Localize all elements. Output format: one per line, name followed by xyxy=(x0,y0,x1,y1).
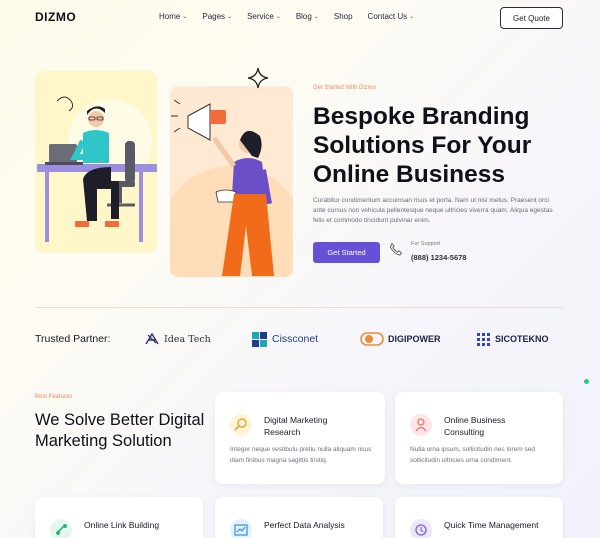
magnifier-icon xyxy=(230,414,252,436)
megaphone-woman-illustration xyxy=(170,99,293,277)
cissconet-logo-icon xyxy=(252,331,267,347)
support-phone[interactable]: (888) 1234-5678 xyxy=(411,253,466,262)
trusted-partner-label: Trusted Partner: xyxy=(35,333,111,345)
feature-card-marketing-research[interactable]: Digital Marketing Research Integer neque… xyxy=(215,392,385,484)
feature-title: Perfect Data Analysis xyxy=(264,520,345,530)
chevron-down-icon: ⌄ xyxy=(275,14,281,20)
feature-card-business-consulting[interactable]: Online Business Consulting Nulla urna ip… xyxy=(395,392,563,484)
main-nav: Home ⌄ Pages ⌄ Service ⌄ Blog ⌄ Shop Contact… xyxy=(159,12,414,21)
partner-cissconet[interactable]: Cissconet xyxy=(251,330,318,348)
hero-title: Bespoke Branding Solutions For Your Onli… xyxy=(313,103,532,188)
nav-item-label: Service xyxy=(247,12,274,21)
sicotekno-logo-icon xyxy=(477,332,490,346)
nav-item-service[interactable]: Service ⌄ xyxy=(247,12,281,21)
nav-item-label: Blog xyxy=(295,12,312,21)
partner-name: Idea Tech xyxy=(164,333,211,345)
data-chart-icon xyxy=(230,519,252,538)
nav-item-home[interactable]: Home ⌄ xyxy=(159,12,187,21)
nav-item-label: Pages xyxy=(202,12,226,21)
feature-title: Online Business Consulting xyxy=(444,415,506,437)
nav-item-shop[interactable]: Shop xyxy=(334,12,353,21)
idea-tech-logo-icon xyxy=(145,332,159,345)
clock-icon xyxy=(410,519,432,538)
hero-image-desk-worker xyxy=(35,71,157,253)
partner-idea-tech[interactable]: Idea Tech xyxy=(144,330,211,348)
feature-card-link-building[interactable]: Online Link Building xyxy=(35,497,203,538)
feature-title: Digital Marketing Research xyxy=(264,415,328,437)
get-quote-button[interactable]: Get Quote xyxy=(500,7,563,29)
features-title: We Solve Better Digital Marketing Soluti… xyxy=(35,411,205,450)
nav-item-contact[interactable]: Contact Us ⌄ xyxy=(368,12,415,21)
partner-sicotekno[interactable]: SICOTEKNO xyxy=(476,330,549,348)
partner-digipower[interactable]: DIGIPOWER xyxy=(360,330,441,348)
desk-worker-illustration xyxy=(37,96,157,242)
feature-title: Online Link Building xyxy=(84,520,160,530)
chevron-down-icon: ⌄ xyxy=(227,14,233,20)
section-divider xyxy=(35,307,563,308)
support-label: For Support xyxy=(411,241,441,247)
digipower-logo-icon xyxy=(360,332,384,346)
chevron-down-icon: ⌄ xyxy=(182,14,188,20)
feature-card-data-analysis[interactable]: Perfect Data Analysis xyxy=(215,497,383,538)
phone-icon xyxy=(389,242,403,256)
status-dot xyxy=(584,379,589,384)
link-icon xyxy=(50,519,72,538)
consulting-person-icon xyxy=(410,414,432,436)
partner-name: Cissconet xyxy=(272,333,319,345)
partner-name: SICOTEKNO xyxy=(495,334,549,344)
brand-logo[interactable]: DIZMO xyxy=(35,10,76,24)
chevron-down-icon: ⌄ xyxy=(409,14,415,20)
feature-card-time-management[interactable]: Quick Time Management xyxy=(395,497,563,538)
nav-item-label: Shop xyxy=(333,12,353,21)
hero-eyebrow: Get Started With Dizmo xyxy=(313,85,377,91)
feature-title: Quick Time Management xyxy=(444,520,539,530)
feature-description: Integer neque vestibulu pretiu nulla ali… xyxy=(230,446,372,464)
get-started-button[interactable]: Get Started xyxy=(313,242,380,263)
feature-description: Nulla urna ipsum, sollicitudin nec lorem… xyxy=(410,446,536,464)
nav-item-pages[interactable]: Pages ⌄ xyxy=(202,12,232,21)
hero-description: Curabitur condimentum accumsan risus et … xyxy=(313,197,553,224)
nav-item-label: Contact Us xyxy=(367,12,408,21)
chevron-down-icon: ⌄ xyxy=(313,14,319,20)
partner-name: DIGIPOWER xyxy=(388,334,441,344)
sparkle-icon xyxy=(247,67,269,89)
nav-item-label: Home xyxy=(159,12,181,21)
features-eyebrow: Best Features xyxy=(35,394,73,400)
hero-image-megaphone-woman xyxy=(170,86,293,277)
nav-item-blog[interactable]: Blog ⌄ xyxy=(296,12,319,21)
